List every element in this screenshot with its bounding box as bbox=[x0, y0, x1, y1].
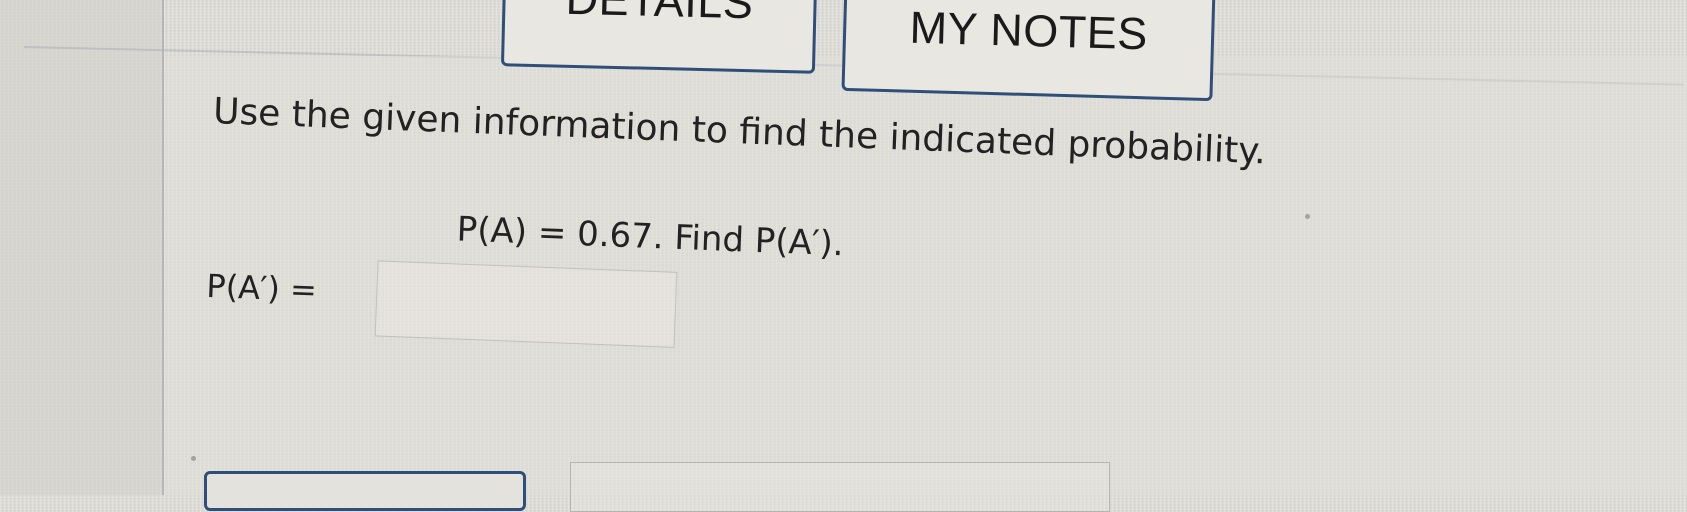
surface-speck bbox=[1305, 214, 1310, 219]
left-margin-strip bbox=[0, 0, 164, 495]
details-button[interactable]: DETAILS bbox=[500, 0, 818, 74]
surface-speck bbox=[191, 456, 196, 461]
submit-button[interactable] bbox=[204, 471, 526, 511]
answer-label: P(A′) = bbox=[205, 266, 318, 310]
probability-answer-input[interactable] bbox=[374, 260, 678, 348]
my-notes-button[interactable]: MY NOTES bbox=[841, 0, 1216, 102]
secondary-action-box[interactable] bbox=[570, 462, 1110, 512]
